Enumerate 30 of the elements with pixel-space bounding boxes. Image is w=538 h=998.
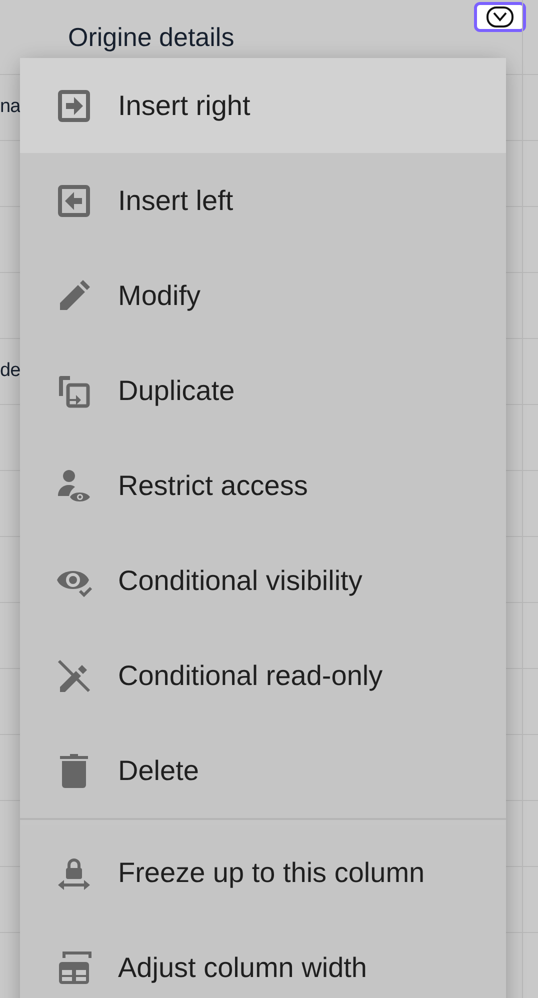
column-dropdown-button[interactable] [474, 2, 526, 32]
menu-item[interactable]: Modify [20, 248, 506, 343]
menu-item[interactable]: Insert left [20, 153, 506, 248]
menu-item-label: Duplicate [118, 374, 235, 408]
pencil-off-icon [56, 658, 92, 694]
menu-item-label: Adjust column width [118, 950, 368, 985]
menu-item-label: Conditional visibility [118, 564, 362, 598]
menu-item[interactable]: Conditional read-only [20, 628, 506, 723]
menu-item-label: Insert right [118, 88, 250, 123]
arrow-right-square-icon [56, 88, 92, 124]
menu-item-label: Freeze up to this column [118, 856, 425, 890]
menu-item-label: Delete [118, 754, 199, 788]
table-cell-text: de [0, 359, 20, 384]
menu-item[interactable]: Insert right [20, 58, 506, 153]
column-header: Origine details [68, 20, 234, 54]
user-eye-icon [56, 468, 92, 504]
menu-item-label: Insert left [118, 184, 234, 218]
table-width-icon [56, 950, 92, 986]
menu-item[interactable]: Adjust column width [20, 920, 506, 998]
menu-item[interactable]: Conditional visibility [20, 533, 506, 628]
menu-item[interactable]: Restrict access [20, 438, 506, 533]
menu-item[interactable]: Duplicate [20, 343, 506, 438]
chevron-down-icon [486, 6, 514, 28]
arrow-left-square-icon [56, 182, 92, 218]
menu-item-label: Modify [118, 278, 200, 313]
menu-item[interactable]: Delete [20, 723, 506, 818]
menu-item-label: Restrict access [118, 468, 308, 502]
menu-item-label: Conditional read-only [118, 658, 383, 693]
menu-item[interactable]: Freeze up to this column [20, 825, 506, 920]
table-cell-text: na [0, 95, 20, 120]
